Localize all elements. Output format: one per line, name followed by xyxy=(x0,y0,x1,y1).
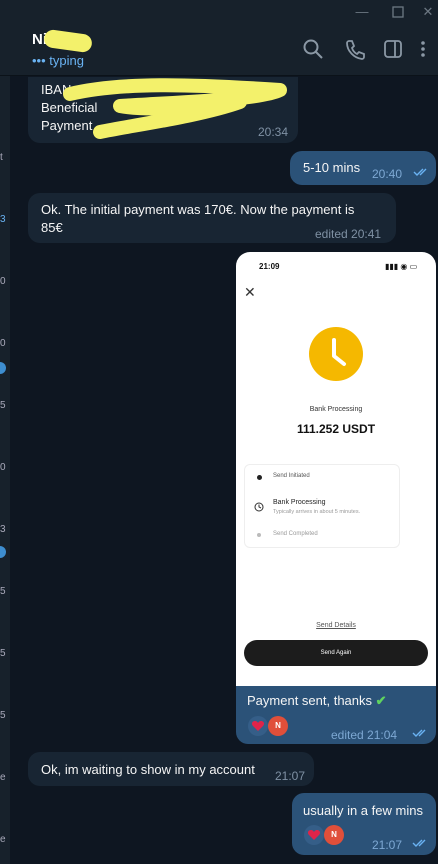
chat-list-fragment: 0 xyxy=(0,276,6,287)
step-label: Bank Processing xyxy=(273,499,326,506)
chat-list-fragment: e xyxy=(0,772,6,783)
phone-status-time: 21:09 xyxy=(259,262,280,271)
unread-indicator xyxy=(0,362,6,374)
chat-list-fragment: 5 xyxy=(0,648,6,659)
chat-list-fragment: 5 xyxy=(0,586,6,597)
phone-title: Bank Processing xyxy=(309,406,363,413)
message-outgoing[interactable]: usually in a few mins N 21:07 xyxy=(292,793,436,855)
reaction-avatar: N xyxy=(268,716,288,736)
message-outgoing[interactable]: 5-10 mins 20:40 xyxy=(290,151,436,185)
chat-list-fragment: t xyxy=(0,152,3,163)
message-incoming[interactable]: Ok, im waiting to show in my account 21:… xyxy=(28,752,314,786)
chat-list-fragment: 0 xyxy=(0,338,6,349)
more-menu-icon[interactable] xyxy=(412,38,434,60)
sidebar-toggle-icon[interactable] xyxy=(382,38,404,60)
message-text: 85€ xyxy=(41,220,63,235)
heart-reaction-icon[interactable] xyxy=(304,825,324,845)
window-titlebar: — ✕ xyxy=(0,0,438,24)
phone-close-icon: ✕ xyxy=(244,284,256,300)
phone-signal-icon: ▮▮▮ ◉ ▭ xyxy=(385,262,418,271)
read-checkmarks-icon xyxy=(413,168,427,176)
message-text: usually in a few mins xyxy=(303,803,423,818)
message-time: 21:07 xyxy=(372,838,403,852)
redaction-scribble xyxy=(42,28,94,54)
chat-list-fragment: 0 xyxy=(0,462,6,473)
chat-list-fragment: 5 xyxy=(0,710,6,721)
typing-status: ••• typing xyxy=(32,53,84,68)
unread-indicator xyxy=(0,546,6,558)
step-dot xyxy=(257,475,262,480)
phone-send-again-button: Send Again xyxy=(244,640,428,666)
message-time: 20:40 xyxy=(372,167,403,181)
step-clock-icon xyxy=(254,502,264,512)
message-text: Ok. The initial payment was 170€. Now th… xyxy=(41,202,355,217)
chat-list-fragment: 5 xyxy=(0,400,6,411)
message-outgoing[interactable]: Payment sent, thanks ✔ N edited 21:04 xyxy=(236,686,436,744)
message-caption: Payment sent, thanks ✔ xyxy=(247,693,387,708)
step-label: Send Completed xyxy=(273,531,318,537)
chat-list-fragment: e xyxy=(0,834,6,845)
clock-icon xyxy=(309,327,363,381)
maximize-icon[interactable] xyxy=(388,3,408,21)
read-checkmarks-icon xyxy=(412,839,426,847)
phone-steps-card: Send Initiated Bank Processing Typically… xyxy=(244,464,400,548)
message-text: 5-10 mins xyxy=(303,160,361,175)
read-checkmarks-icon xyxy=(412,729,426,737)
heart-reaction-icon[interactable] xyxy=(248,716,268,736)
message-time: edited 20:41 xyxy=(315,227,382,241)
phone-send-details-link: Send Details xyxy=(316,622,356,629)
step-dot xyxy=(257,533,261,537)
message-time: 21:07 xyxy=(275,769,306,783)
chat-list-fragment: 3 xyxy=(0,524,6,535)
redaction-scribble xyxy=(63,78,287,139)
chat-list-edge: t 3 0 0 5 0 3 5 5 5 e e xyxy=(0,76,10,864)
minimize-icon[interactable]: — xyxy=(352,3,372,21)
message-time: edited 21:04 xyxy=(331,728,398,742)
phone-amount: 111.252 USDT xyxy=(296,422,376,436)
message-incoming[interactable]: Ok. The initial payment was 170€. Now th… xyxy=(28,193,396,243)
reaction-avatar: N xyxy=(324,825,344,845)
step-sub: Typically arrives in about 5 minutes. xyxy=(273,509,361,515)
check-emoji-icon: ✔ xyxy=(375,693,387,708)
chat-list-fragment: 3 xyxy=(0,214,6,225)
message-text: Ok, im waiting to show in my account xyxy=(41,762,255,777)
chat-header: Ni ••• typing xyxy=(0,24,438,76)
search-icon[interactable] xyxy=(302,38,324,60)
close-icon[interactable]: ✕ xyxy=(418,3,438,21)
payment-screenshot-image[interactable]: 21:09 ▮▮▮ ◉ ▭ ✕ Bank Processing 111.252 … xyxy=(236,252,436,686)
phone-icon[interactable] xyxy=(344,38,366,60)
step-label: Send Initiated xyxy=(273,473,310,479)
